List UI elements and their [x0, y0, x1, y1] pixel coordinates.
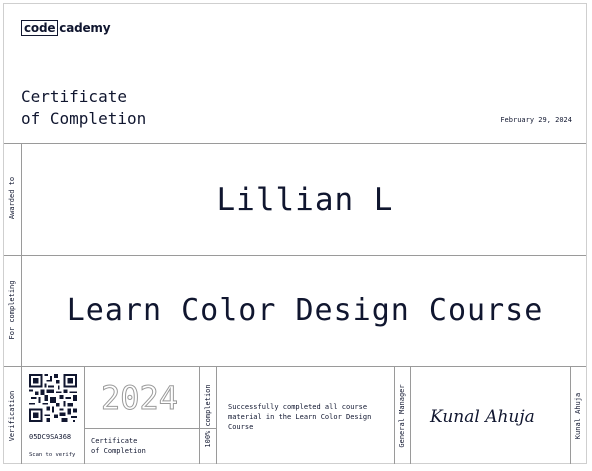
course-name: Learn Color Design Course [66, 293, 544, 328]
verification-label: Verification [8, 390, 16, 442]
for-completing-label: For completing [8, 280, 16, 340]
general-manager-label: General Manager [398, 384, 406, 448]
divider-recipient [4, 255, 586, 256]
verification-code: 05DC9SA368 [29, 433, 72, 441]
completion-description: Successfully completed all course materi… [228, 403, 372, 431]
divider-course [4, 366, 586, 367]
certificate: code cademy Certificate of Completion Feb… [3, 3, 587, 464]
qr-column-rule [84, 366, 85, 464]
qr-code-icon[interactable] [29, 374, 77, 422]
scan-to-verify[interactable]: Scan to verify [29, 452, 75, 458]
codecademy-logo: code cademy [21, 20, 111, 36]
completion-year: 2024 [101, 379, 179, 418]
signature-text: Kunal Ahuja [429, 407, 535, 427]
signature-image: Kunal Ahuja [429, 407, 535, 427]
divider-year [84, 428, 216, 429]
manager-label-rule [410, 366, 411, 464]
recipient-name: Lillian L [216, 182, 394, 218]
year-column-rule [199, 366, 200, 464]
certificate-small-title: Certificate of Completion [91, 437, 146, 455]
completion-column-rule [216, 366, 217, 464]
awarded-to-label: Awarded to [8, 176, 16, 220]
certificate-title: Certificate of Completion [21, 87, 147, 128]
description-column-rule [394, 366, 395, 464]
issue-date: February 29, 2024 [500, 116, 572, 124]
completion-label: 100% completion [204, 384, 212, 448]
signer-name-label: Kunal Ahuja [574, 392, 582, 440]
divider-header [4, 143, 586, 144]
